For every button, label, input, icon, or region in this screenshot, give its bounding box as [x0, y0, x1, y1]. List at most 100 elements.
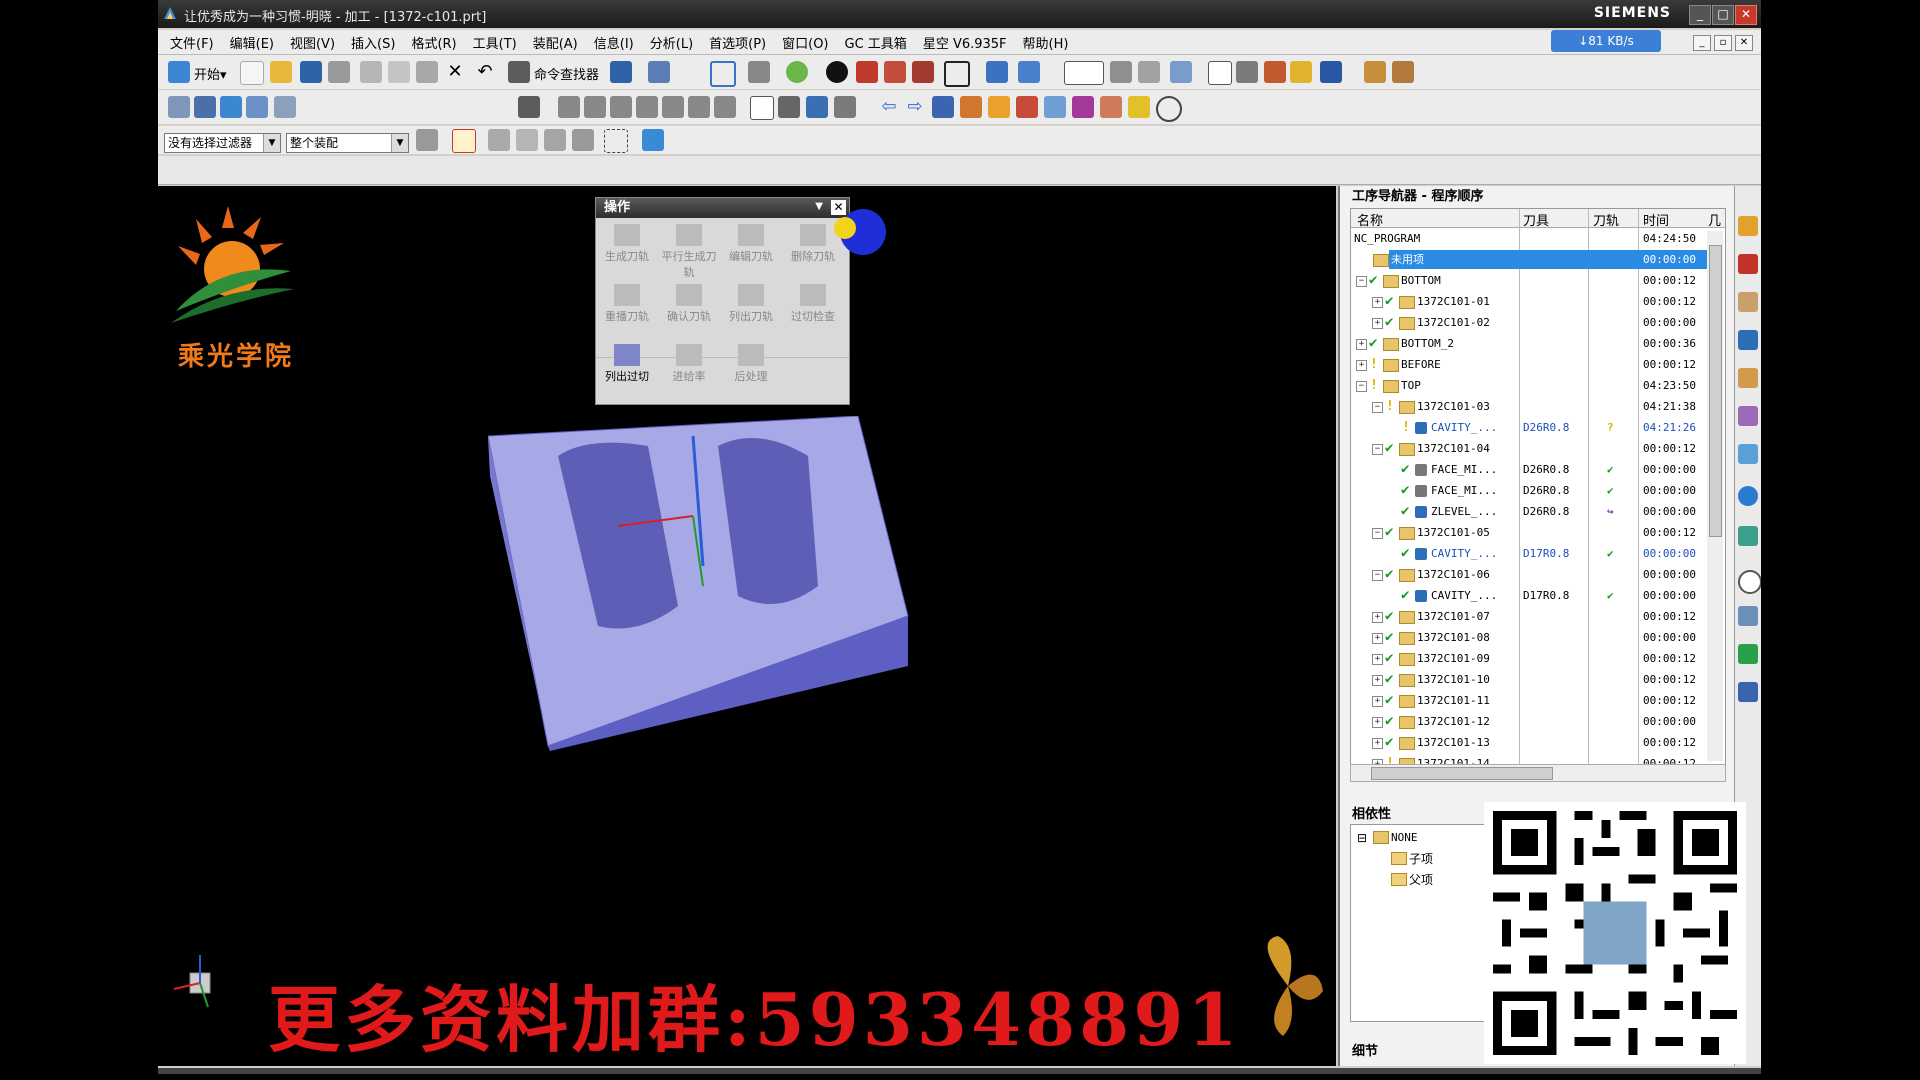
operation-navigator-icon[interactable]: [1738, 330, 1758, 350]
minimize-button[interactable]: _: [1689, 5, 1711, 25]
detail-section[interactable]: 细节: [1352, 1040, 1378, 1059]
start-button[interactable]: 开始▾: [194, 64, 227, 83]
maximize-button[interactable]: □: [1712, 5, 1734, 25]
selection-icon[interactable]: [648, 61, 670, 83]
menu-info[interactable]: 信息(I): [586, 30, 642, 55]
menu-file[interactable]: 文件(F): [158, 30, 222, 55]
tree-row[interactable]: ! CAVITY_... D26R0.8 ? 04:21:26: [1351, 417, 1725, 438]
selection-scope-select[interactable]: 整个装配 ▼: [286, 133, 409, 153]
tree-row[interactable]: − ! TOP 04:23:50: [1351, 375, 1725, 396]
highlight-icon[interactable]: [1128, 96, 1150, 118]
create-operation-icon[interactable]: [274, 96, 296, 118]
menu-preferences[interactable]: 首选项(P): [701, 30, 774, 55]
snap-point-icon[interactable]: [452, 129, 476, 153]
menu-edit[interactable]: 编辑(E): [222, 30, 282, 55]
move-layer-icon[interactable]: [1138, 61, 1160, 83]
clock-icon[interactable]: [1738, 570, 1761, 594]
face-rule-icon[interactable]: [516, 129, 538, 151]
undo-icon[interactable]: ↶: [474, 61, 496, 83]
machine-navigator-icon[interactable]: [1738, 368, 1758, 388]
constraint-navigator-icon[interactable]: [1738, 254, 1758, 274]
collapse-icon[interactable]: −: [1356, 381, 1367, 392]
patch-icon[interactable]: [1100, 96, 1122, 118]
expand-icon[interactable]: +: [1372, 297, 1383, 308]
gouge-check-button[interactable]: 过切检查: [782, 280, 844, 338]
roles-icon[interactable]: [1738, 606, 1758, 626]
simulate-icon[interactable]: [778, 96, 800, 118]
tree-row[interactable]: + ✔ 1372C101-01 00:00:12: [1351, 291, 1725, 312]
offset-icon[interactable]: [1016, 96, 1038, 118]
swept-icon[interactable]: [960, 96, 982, 118]
expand-icon[interactable]: +: [1372, 318, 1383, 329]
save-icon[interactable]: [300, 61, 322, 83]
col-geometry[interactable]: 几: [1708, 210, 1721, 229]
menu-view[interactable]: 视图(V): [282, 30, 343, 55]
tree-row[interactable]: − ✔ 1372C101-06 00:00:00: [1351, 564, 1725, 585]
tree-row-selected[interactable]: 未用项 00:00:00: [1351, 249, 1725, 270]
point-icon[interactable]: [1170, 61, 1192, 83]
shaded-ball-icon[interactable]: [786, 61, 808, 83]
web-browser-icon[interactable]: [1738, 486, 1758, 506]
list-toolpath-button[interactable]: 列出刀轨: [720, 280, 782, 338]
tree-row[interactable]: + ! BEFORE 00:00:12: [1351, 354, 1725, 375]
section-view-icon[interactable]: [912, 61, 934, 83]
measure-icon[interactable]: [1236, 61, 1258, 83]
cut-icon[interactable]: [360, 61, 382, 83]
close-icon[interactable]: ✕: [831, 200, 846, 215]
toolpath-g-icon[interactable]: [714, 96, 736, 118]
doc-close-button[interactable]: ✕: [1735, 35, 1753, 51]
feedrate-button[interactable]: 进给率: [658, 340, 720, 398]
toolpath-f-icon[interactable]: [688, 96, 710, 118]
create-geometry-icon[interactable]: [220, 96, 242, 118]
ruler-fill-icon[interactable]: [988, 96, 1010, 118]
tree-row[interactable]: − ! 1372C101-03 04:21:38: [1351, 396, 1725, 417]
palette-icon[interactable]: [1738, 526, 1758, 546]
parallel-generate-button[interactable]: 平行生成刀轨: [658, 220, 720, 279]
doc-minimize-button[interactable]: _: [1693, 35, 1711, 51]
collapse-icon[interactable]: ⊟: [1357, 831, 1367, 845]
body-rule-icon[interactable]: [544, 129, 566, 151]
extract-icon[interactable]: [1044, 96, 1066, 118]
rectangle-select-icon[interactable]: [604, 129, 628, 153]
doc-restore-button[interactable]: ▫: [1714, 35, 1732, 51]
layer-settings-icon[interactable]: [1110, 61, 1132, 83]
create-method-icon[interactable]: [246, 96, 268, 118]
menu-insert[interactable]: 插入(S): [343, 30, 403, 55]
fit-view-icon[interactable]: [710, 61, 736, 87]
ruler-icon[interactable]: [1364, 61, 1386, 83]
assembly-navigator-icon[interactable]: [1738, 216, 1758, 236]
create-program-icon[interactable]: [168, 96, 190, 118]
transform-icon[interactable]: [1320, 61, 1342, 83]
csys-icon[interactable]: [986, 61, 1008, 83]
shop-doc-icon[interactable]: [834, 96, 856, 118]
info-icon[interactable]: [1290, 61, 1312, 83]
replay-toolpath-button[interactable]: 重播刀轨: [596, 280, 658, 338]
col-name[interactable]: 名称: [1357, 210, 1383, 229]
command-finder-button[interactable]: 命令查找器: [534, 64, 599, 83]
tree-row[interactable]: ✔ CAVITY_... D17R0.8 ✔ 00:00:00: [1351, 543, 1725, 564]
3d-box-icon[interactable]: [642, 129, 664, 151]
expand-icon[interactable]: +: [1356, 360, 1367, 371]
angle-icon[interactable]: [1392, 61, 1414, 83]
dependency-parents[interactable]: 父项: [1409, 871, 1433, 888]
horizontal-scrollbar[interactable]: [1350, 764, 1726, 782]
menu-gc-toolbox[interactable]: GC 工具箱: [837, 30, 915, 55]
save-as-icon[interactable]: [610, 61, 632, 83]
delete-icon[interactable]: ✕: [444, 61, 466, 83]
feature-rule-icon[interactable]: [572, 129, 594, 151]
collapse-icon[interactable]: −: [1372, 444, 1383, 455]
toolpath-a-icon[interactable]: [558, 96, 580, 118]
chevron-down-icon[interactable]: ▼: [815, 201, 823, 212]
toolpath-b-icon[interactable]: [584, 96, 606, 118]
box-view-icon[interactable]: [884, 61, 906, 83]
verify-icon[interactable]: [750, 96, 774, 120]
reuse-library-icon[interactable]: [1738, 406, 1758, 426]
collapse-icon[interactable]: −: [1372, 570, 1383, 581]
start-icon[interactable]: [168, 61, 190, 83]
system-materials-icon[interactable]: [1738, 644, 1758, 664]
expand-icon[interactable]: +: [1372, 633, 1383, 644]
tree-row[interactable]: + ✔ 1372C101-11 00:00:12: [1351, 690, 1725, 711]
clamp-icon[interactable]: [932, 96, 954, 118]
generate-toolpath-button[interactable]: 生成刀轨: [596, 220, 658, 278]
close-button[interactable]: ✕: [1735, 5, 1757, 25]
